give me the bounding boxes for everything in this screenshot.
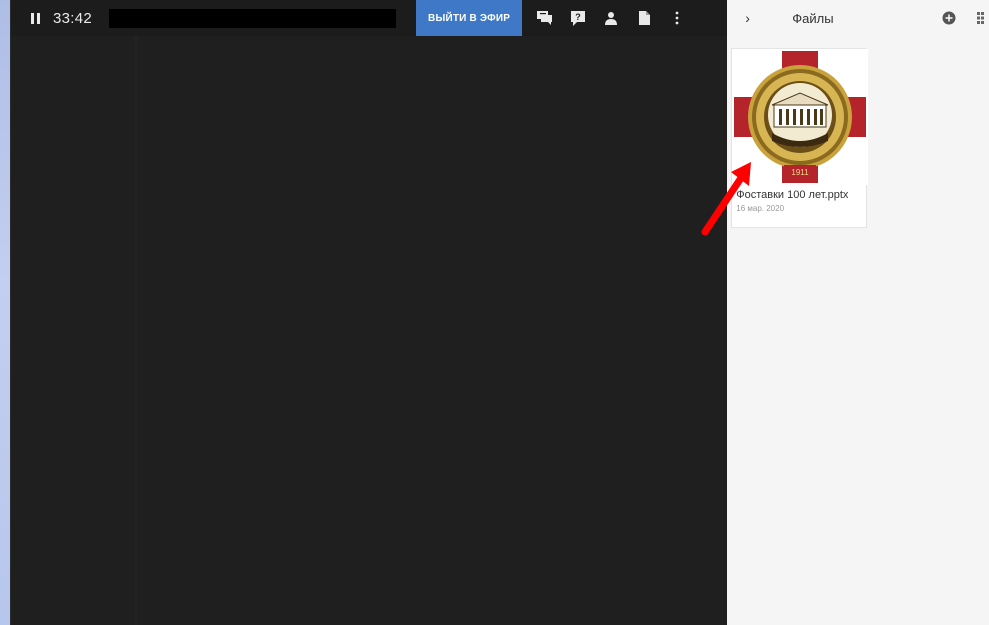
files-panel: › Файлы 1911 Фоставки 100 лет.pptx 16 ма… xyxy=(727,0,989,625)
participants-icon[interactable] xyxy=(601,8,621,28)
question-icon[interactable]: ? xyxy=(568,8,588,28)
stage-divider xyxy=(135,36,137,625)
app-window: 33:42 ВЫЙТИ В ЭФИР ? › Файлы 1911 Фостав… xyxy=(10,0,989,625)
video-stage xyxy=(11,36,728,625)
file-name: Фоставки 100 лет.pptx xyxy=(736,189,849,201)
file-date: 16 мар. 2020 xyxy=(736,204,785,213)
svg-text:1911: 1911 xyxy=(792,168,810,177)
pause-button[interactable] xyxy=(23,6,47,30)
pause-icon-bar xyxy=(36,12,40,24)
go-live-button[interactable]: ВЫЙТИ В ЭФИР xyxy=(416,0,523,36)
file-thumbnail-emblem: 1911 xyxy=(732,49,869,185)
files-panel-title: Файлы xyxy=(792,10,834,26)
add-file-icon[interactable] xyxy=(942,11,956,25)
file-icon[interactable] xyxy=(634,8,654,28)
broadcast-title-input[interactable] xyxy=(109,8,397,28)
pause-icon-bar xyxy=(30,12,34,24)
broadcast-timer: 33:42 xyxy=(53,9,93,27)
svg-text:?: ? xyxy=(575,12,581,22)
grid-view-icon[interactable] xyxy=(977,11,989,25)
collapse-panel-chevron-icon[interactable]: › xyxy=(745,10,757,26)
broadcast-player: 33:42 ВЫЙТИ В ЭФИР ? xyxy=(10,0,728,625)
chat-icon[interactable] xyxy=(535,8,555,28)
more-vert-icon[interactable] xyxy=(667,8,687,28)
file-card[interactable]: 1911 Фоставки 100 лет.pptx 16 мар. 2020 xyxy=(731,48,869,228)
player-toolbar: 33:42 ВЫЙТИ В ЭФИР ? xyxy=(11,0,728,36)
